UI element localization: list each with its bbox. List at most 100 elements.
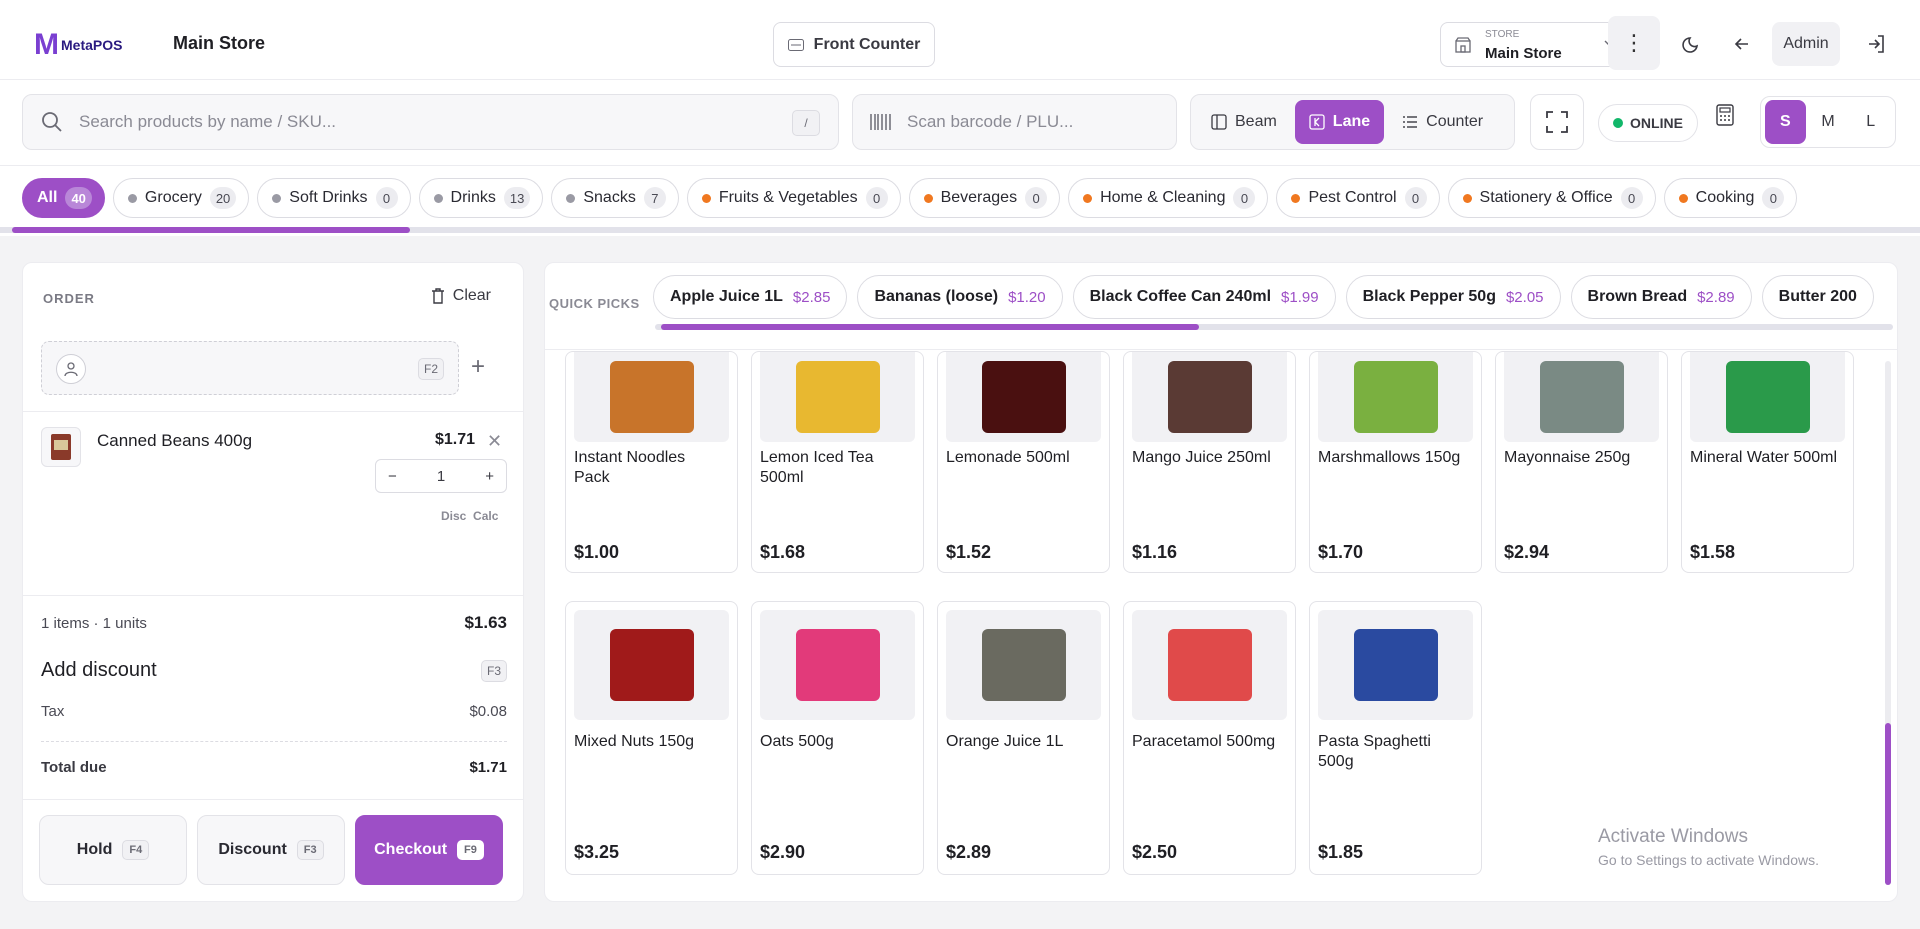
product-name: Instant Noodles Pack: [574, 449, 686, 486]
remove-item-button[interactable]: ✕: [487, 431, 502, 452]
category-chip[interactable]: Home & Cleaning 0: [1068, 178, 1269, 218]
category-chip[interactable]: Fruits & Vegetables 0: [686, 178, 901, 218]
quick-pick-price: $1.99: [1281, 288, 1319, 306]
logout-icon: [1869, 35, 1884, 53]
product-image: [760, 352, 915, 442]
product-image: [1318, 610, 1473, 720]
product-card[interactable]: Instant Noodles Pack $1.00: [565, 351, 738, 573]
fullscreen-button[interactable]: [1530, 94, 1584, 150]
front-counter-button[interactable]: Front Counter: [773, 22, 935, 67]
product-image: [946, 610, 1101, 720]
logout-button[interactable]: [1858, 26, 1894, 62]
logo-mark-icon: M: [34, 28, 59, 61]
quick-picks-scrollbar[interactable]: [655, 324, 1893, 330]
store-select[interactable]: STORE Main Store: [1440, 22, 1630, 67]
category-chip[interactable]: Soft Drinks 0: [257, 178, 411, 218]
quick-pick-chip[interactable]: Black Pepper 50g $2.05: [1345, 275, 1561, 319]
metapos-logo[interactable]: M MetaPOS: [34, 28, 152, 62]
add-discount-row[interactable]: Add discount F3: [41, 659, 507, 682]
product-price: $1.68: [760, 542, 806, 562]
product-name: Lemon Iced Tea 500ml: [760, 449, 874, 486]
add-customer-button[interactable]: +: [471, 355, 485, 379]
size-m-button[interactable]: M: [1808, 100, 1849, 144]
quick-pick-price: $2.85: [792, 288, 831, 306]
quantity-value[interactable]: 1: [437, 468, 445, 485]
mode-lane-button[interactable]: Lane: [1294, 100, 1385, 144]
scrollbar-thumb[interactable]: [1885, 723, 1891, 885]
mode-lane-label: Lane: [1332, 113, 1371, 130]
clear-order-button[interactable]: Clear: [431, 287, 491, 305]
product-image: [946, 352, 1101, 442]
product-search-input[interactable]: Search products by name / SKU... /: [22, 94, 839, 150]
category-scrollbar[interactable]: [0, 227, 1920, 233]
mode-counter-button[interactable]: Counter: [1388, 100, 1497, 144]
summary-amount: $1.63: [464, 613, 507, 632]
category-chip[interactable]: Pest Control 0: [1276, 178, 1440, 218]
category-chip[interactable]: Drinks 13: [418, 178, 544, 218]
quick-pick-chip[interactable]: Apple Juice 1L $2.85: [653, 275, 848, 319]
add-discount-label[interactable]: Add discount: [41, 659, 157, 682]
size-s-button[interactable]: S: [1765, 100, 1806, 144]
more-options-button[interactable]: ⋮: [1608, 16, 1660, 70]
online-status-badge: ONLINE: [1598, 104, 1698, 142]
product-image: [1504, 352, 1659, 442]
category-chip[interactable]: Grocery 20: [112, 178, 250, 218]
quick-picks-scrollbar-thumb[interactable]: [661, 324, 1199, 330]
product-card[interactable]: Mango Juice 250ml $1.16: [1123, 351, 1296, 573]
category-bar: All 40 Grocery 20 Soft Drinks 0 Drinks 13 Snacks…: [0, 166, 1920, 236]
quick-pick-name: Bananas (loose): [874, 288, 999, 305]
product-price: $3.25: [574, 842, 620, 862]
product-card[interactable]: Marshmallows 150g $1.70: [1309, 351, 1482, 573]
hold-button[interactable]: Hold F4: [39, 815, 187, 885]
watermark-subtitle: Go to Settings to activate Windows.: [1598, 852, 1819, 868]
barcode-scan-input[interactable]: Scan barcode / PLU...: [852, 94, 1177, 150]
admin-button[interactable]: Admin: [1772, 22, 1840, 66]
category-count-badge: 0: [1762, 187, 1785, 209]
quick-pick-chip[interactable]: Black Coffee Can 240ml $1.99: [1072, 275, 1336, 319]
item-disc-link[interactable]: Disc: [441, 509, 466, 523]
quick-picks-row: Apple Juice 1L $2.85 Bananas (loose) $1.20 B…: [653, 275, 1874, 319]
category-label: Stationery & Office: [1479, 189, 1613, 206]
search-icon: [42, 112, 62, 132]
product-card[interactable]: Pasta Spaghetti 500g $1.85: [1309, 601, 1482, 875]
product-card[interactable]: Mixed Nuts 150g $3.25: [565, 601, 738, 875]
item-calc-link[interactable]: Calc: [473, 509, 498, 523]
theme-toggle-button[interactable]: [1674, 26, 1710, 62]
category-chip[interactable]: Stationery & Office 0: [1447, 178, 1656, 218]
increase-qty-button[interactable]: +: [485, 468, 494, 485]
category-count-badge: 0: [865, 187, 888, 209]
calculator-button[interactable]: [1716, 104, 1734, 131]
list-icon: [1403, 116, 1418, 128]
category-chip[interactable]: Beverages 0: [908, 178, 1061, 218]
category-count-badge: 13: [503, 187, 531, 209]
store-select-label: STORE: [1485, 29, 1520, 40]
checkout-button[interactable]: Checkout F9: [355, 815, 503, 885]
category-chip[interactable]: All 40: [22, 178, 105, 218]
product-card[interactable]: Oats 500g $2.90: [751, 601, 924, 875]
category-chip[interactable]: Cooking 0: [1663, 178, 1798, 218]
discount-button[interactable]: Discount F3: [197, 815, 345, 885]
item-actions: Disc Calc: [441, 509, 498, 523]
size-l-button[interactable]: L: [1850, 100, 1891, 144]
divider: [23, 595, 523, 596]
decrease-qty-button[interactable]: −: [388, 468, 397, 485]
customer-select[interactable]: F2: [41, 341, 459, 395]
quick-pick-chip[interactable]: Bananas (loose) $1.20: [857, 275, 1063, 319]
quick-pick-chip[interactable]: Brown Bread $2.89: [1570, 275, 1752, 319]
mode-beam-button[interactable]: Beam: [1197, 100, 1291, 144]
category-count-badge: 20: [209, 187, 237, 209]
back-button[interactable]: [1724, 26, 1760, 62]
category-scrollbar-thumb[interactable]: [12, 227, 410, 233]
category-chip[interactable]: Snacks 7: [551, 178, 679, 218]
category-dot-icon: [1678, 193, 1688, 203]
product-grid-scrollbar[interactable]: [1883, 351, 1893, 895]
quick-pick-chip[interactable]: Butter 200: [1761, 275, 1874, 319]
product-card[interactable]: Lemonade 500ml $1.52: [937, 351, 1110, 573]
product-card[interactable]: Mayonnaise 250g $2.94: [1495, 351, 1668, 573]
product-card[interactable]: Mineral Water 500ml $1.58: [1681, 351, 1854, 573]
product-image: [1132, 352, 1287, 442]
product-name: Oats 500g: [760, 733, 834, 750]
product-card[interactable]: Lemon Iced Tea 500ml $1.68: [751, 351, 924, 573]
product-card[interactable]: Paracetamol 500mg $2.50: [1123, 601, 1296, 875]
product-card[interactable]: Orange Juice 1L $2.89: [937, 601, 1110, 875]
